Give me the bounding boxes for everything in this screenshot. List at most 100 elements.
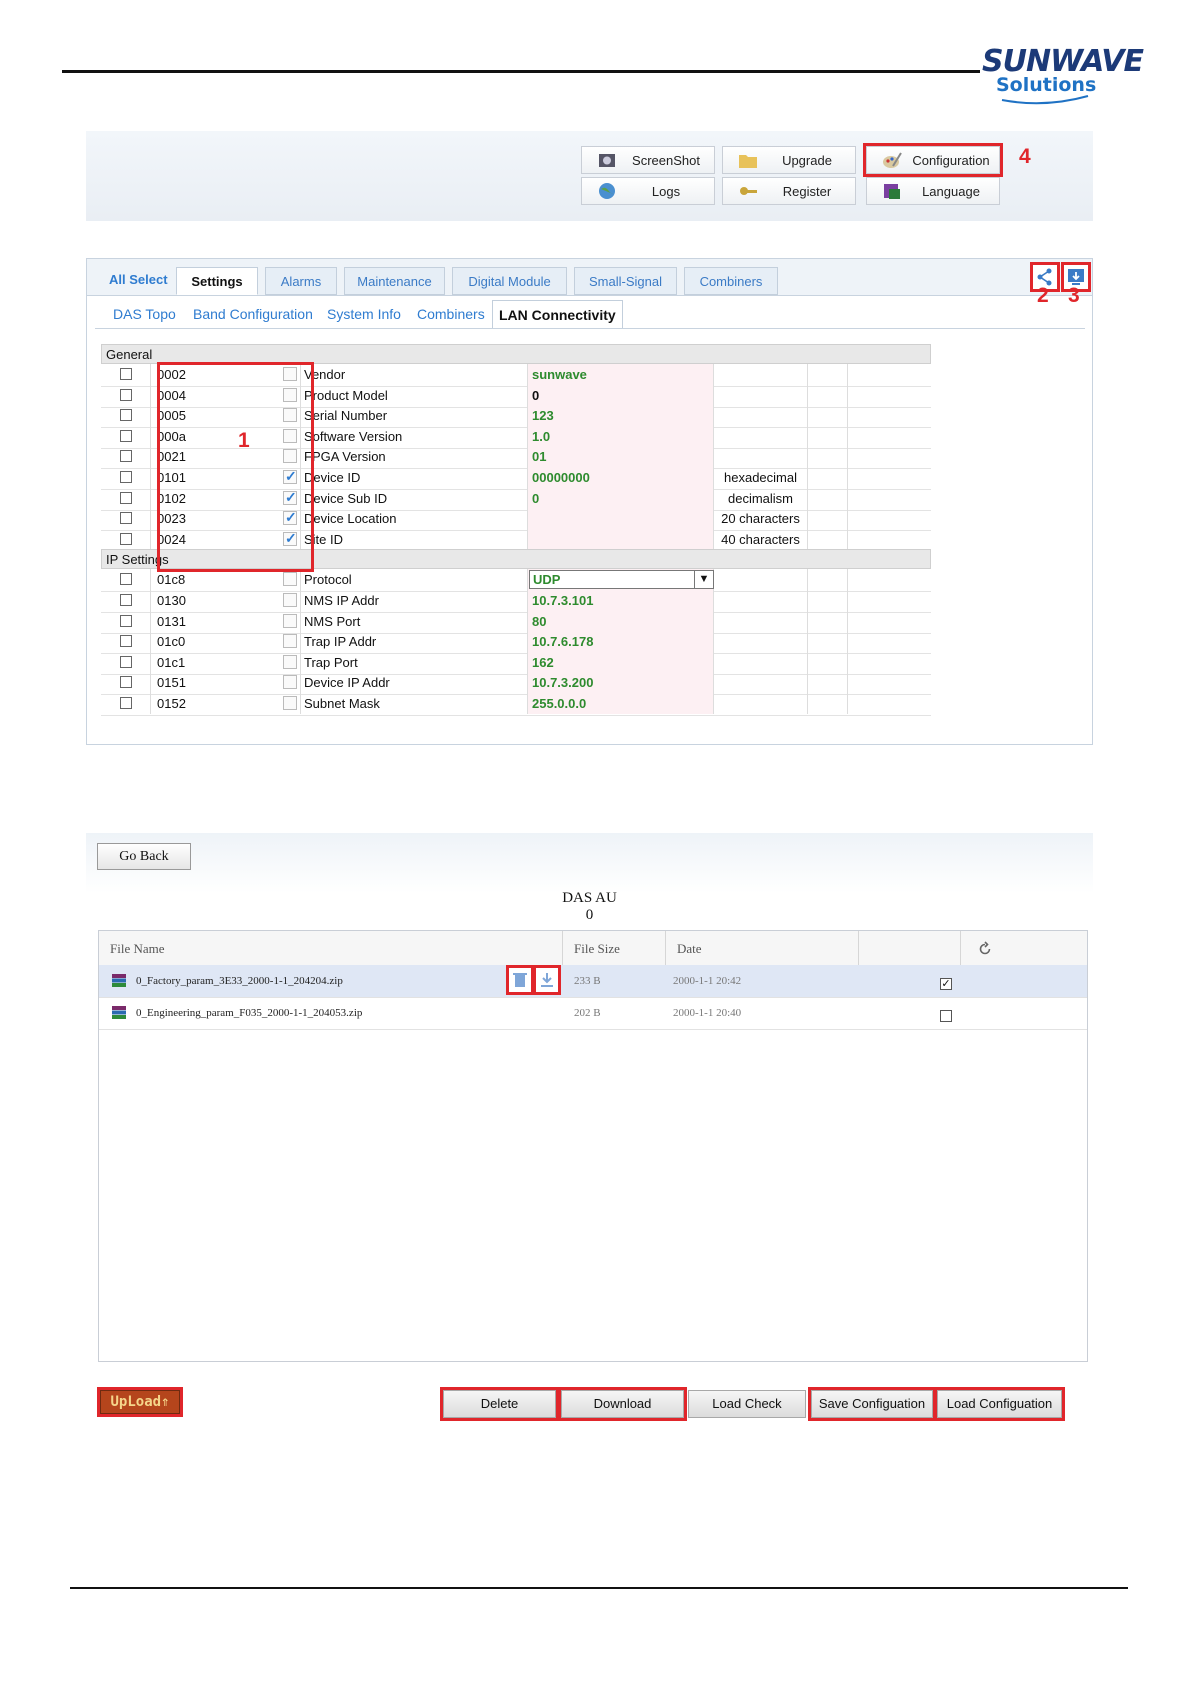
tab-small-signal[interactable]: Small-Signal [574,267,677,295]
subtab-system-info[interactable]: System Info [327,306,401,322]
download-button[interactable]: Download [558,1387,687,1421]
param-write-checkbox[interactable] [283,593,297,607]
param-write-checkbox[interactable] [283,387,297,402]
param-value[interactable]: sunwave [528,364,714,385]
param-value[interactable] [528,508,714,530]
file-select-checkbox[interactable] [940,1010,952,1022]
param-value[interactable]: 10.7.3.200 [528,672,714,694]
param-note: decimalism [714,487,808,509]
param-value[interactable] [528,528,714,550]
param-write-checkbox[interactable] [283,428,297,443]
subtab-lan-connectivity[interactable]: LAN Connectivity [492,300,623,329]
file-row[interactable]: 0_Engineering_param_F035_2000-1-1_204053… [99,997,1087,1030]
param-note [714,651,808,673]
param-value[interactable]: 80 [528,610,714,632]
file-select-checkbox[interactable]: ✓ [940,978,952,990]
subtab-das-topo[interactable]: DAS Topo [113,306,176,322]
param-write-checkbox[interactable] [283,572,297,587]
param-value[interactable]: 255.0.0.0 [528,693,714,714]
param-value[interactable]: 00000000 [528,467,714,488]
paint-palette-icon [883,152,902,168]
row-select-checkbox[interactable] [120,594,132,606]
param-write-checkbox[interactable] [283,449,297,464]
tab-combiners[interactable]: Combiners [684,267,778,295]
load-check-button[interactable]: Load Check [688,1390,806,1418]
go-back-button[interactable]: Go Back [97,843,191,870]
row-select-checkbox[interactable] [120,450,132,463]
row-select-checkbox[interactable] [120,532,132,545]
subtab-band-configuration[interactable]: Band Configuration [193,306,313,322]
file-manager-panel: Go Back DAS AU 0 File Name File Size Dat… [86,833,1093,1421]
param-write-checkbox[interactable] [283,367,297,381]
delete-button[interactable]: Delete [440,1387,559,1421]
col-date[interactable]: Date [677,941,702,957]
row-select-checkbox[interactable] [120,388,132,401]
tab-alarms[interactable]: Alarms [265,267,337,295]
all-select-link[interactable]: All Select [109,272,168,287]
param-value[interactable]: 0 [528,487,714,509]
configuration-button[interactable]: Configuration [863,143,1003,177]
parameter-row: 01c0 Trap IP Addr 10.7.6.178 [101,631,931,655]
screenshot-button[interactable]: ScreenShot [581,146,715,174]
param-write-checkbox[interactable] [283,696,297,710]
param-value[interactable]: 10.7.6.178 [528,631,714,653]
col-file-size[interactable]: File Size [574,941,620,957]
row-select-checkbox[interactable] [120,655,132,668]
param-write-checkbox[interactable]: ✓ [283,468,297,484]
tab-digital-module[interactable]: Digital Module [452,267,567,295]
download-file-button[interactable] [533,965,561,995]
register-button[interactable]: Register [722,177,856,205]
row-select-checkbox[interactable] [120,676,132,689]
param-value[interactable]: 123 [528,405,714,427]
protocol-select[interactable]: UDP ▼ [529,570,714,590]
param-write-checkbox[interactable]: ✓ [283,509,297,526]
sunwave-logo: SUNWAVE Solutions [980,44,1144,106]
param-value[interactable]: 01 [528,446,714,468]
tab-maintenance[interactable]: Maintenance [344,267,445,295]
param-name: FPGA Version [301,446,528,468]
file-size: 233 B [574,975,601,987]
tab-settings[interactable]: Settings [176,267,258,295]
load-configuration-button[interactable]: Load Configuation [934,1387,1065,1421]
param-write-checkbox[interactable]: ✓ [283,488,297,505]
param-value[interactable]: 1.0 [528,425,714,447]
refresh-icon[interactable] [977,941,993,957]
param-id: 0130 [151,590,301,611]
file-row[interactable]: 0_Factory_param_3E33_2000-1-1_204204.zip… [99,965,1087,998]
param-write-checkbox[interactable] [283,654,297,669]
param-value[interactable]: 10.7.3.101 [528,590,714,611]
param-write-checkbox[interactable]: ✓ [283,530,297,546]
param-write-checkbox[interactable] [283,613,297,628]
row-select-checkbox[interactable] [120,635,132,648]
row-select-checkbox[interactable] [120,614,132,627]
param-write-checkbox[interactable] [283,634,297,649]
row-select-checkbox[interactable] [120,368,132,380]
col-file-name[interactable]: File Name [110,941,165,957]
row-select-checkbox[interactable] [120,471,132,483]
row-select-checkbox[interactable] [120,573,132,586]
checkmark-icon: ✓ [285,488,297,505]
param-value[interactable]: 0 [528,384,714,406]
upload-button[interactable]: UpLoad⇑ [97,1387,183,1417]
upgrade-button[interactable]: Upgrade [722,146,856,174]
file-table-header: File Name File Size Date [99,931,1087,966]
delete-file-button[interactable] [506,965,534,995]
select-cell [101,405,151,427]
save-configuration-button[interactable]: Save Configuation [808,1387,936,1421]
logs-button[interactable]: Logs [581,177,715,205]
row-select-checkbox[interactable] [120,409,132,422]
col-divider [562,931,563,965]
parameter-row: 01c1 Trap Port 162 [101,651,931,675]
param-name: Device IP Addr [301,672,528,694]
subtab-combiners[interactable]: Combiners [417,306,485,322]
row-select-checkbox[interactable] [120,512,132,525]
param-extra [808,672,848,694]
param-value[interactable]: 162 [528,651,714,673]
param-write-checkbox[interactable] [283,408,297,423]
row-select-checkbox[interactable] [120,491,132,504]
param-write-checkbox[interactable] [283,675,297,690]
row-select-checkbox[interactable] [120,429,132,442]
language-button[interactable]: Language [866,177,1000,205]
row-select-checkbox[interactable] [120,697,132,709]
file-table: File Name File Size Date 0_Factory_param… [98,930,1088,1362]
